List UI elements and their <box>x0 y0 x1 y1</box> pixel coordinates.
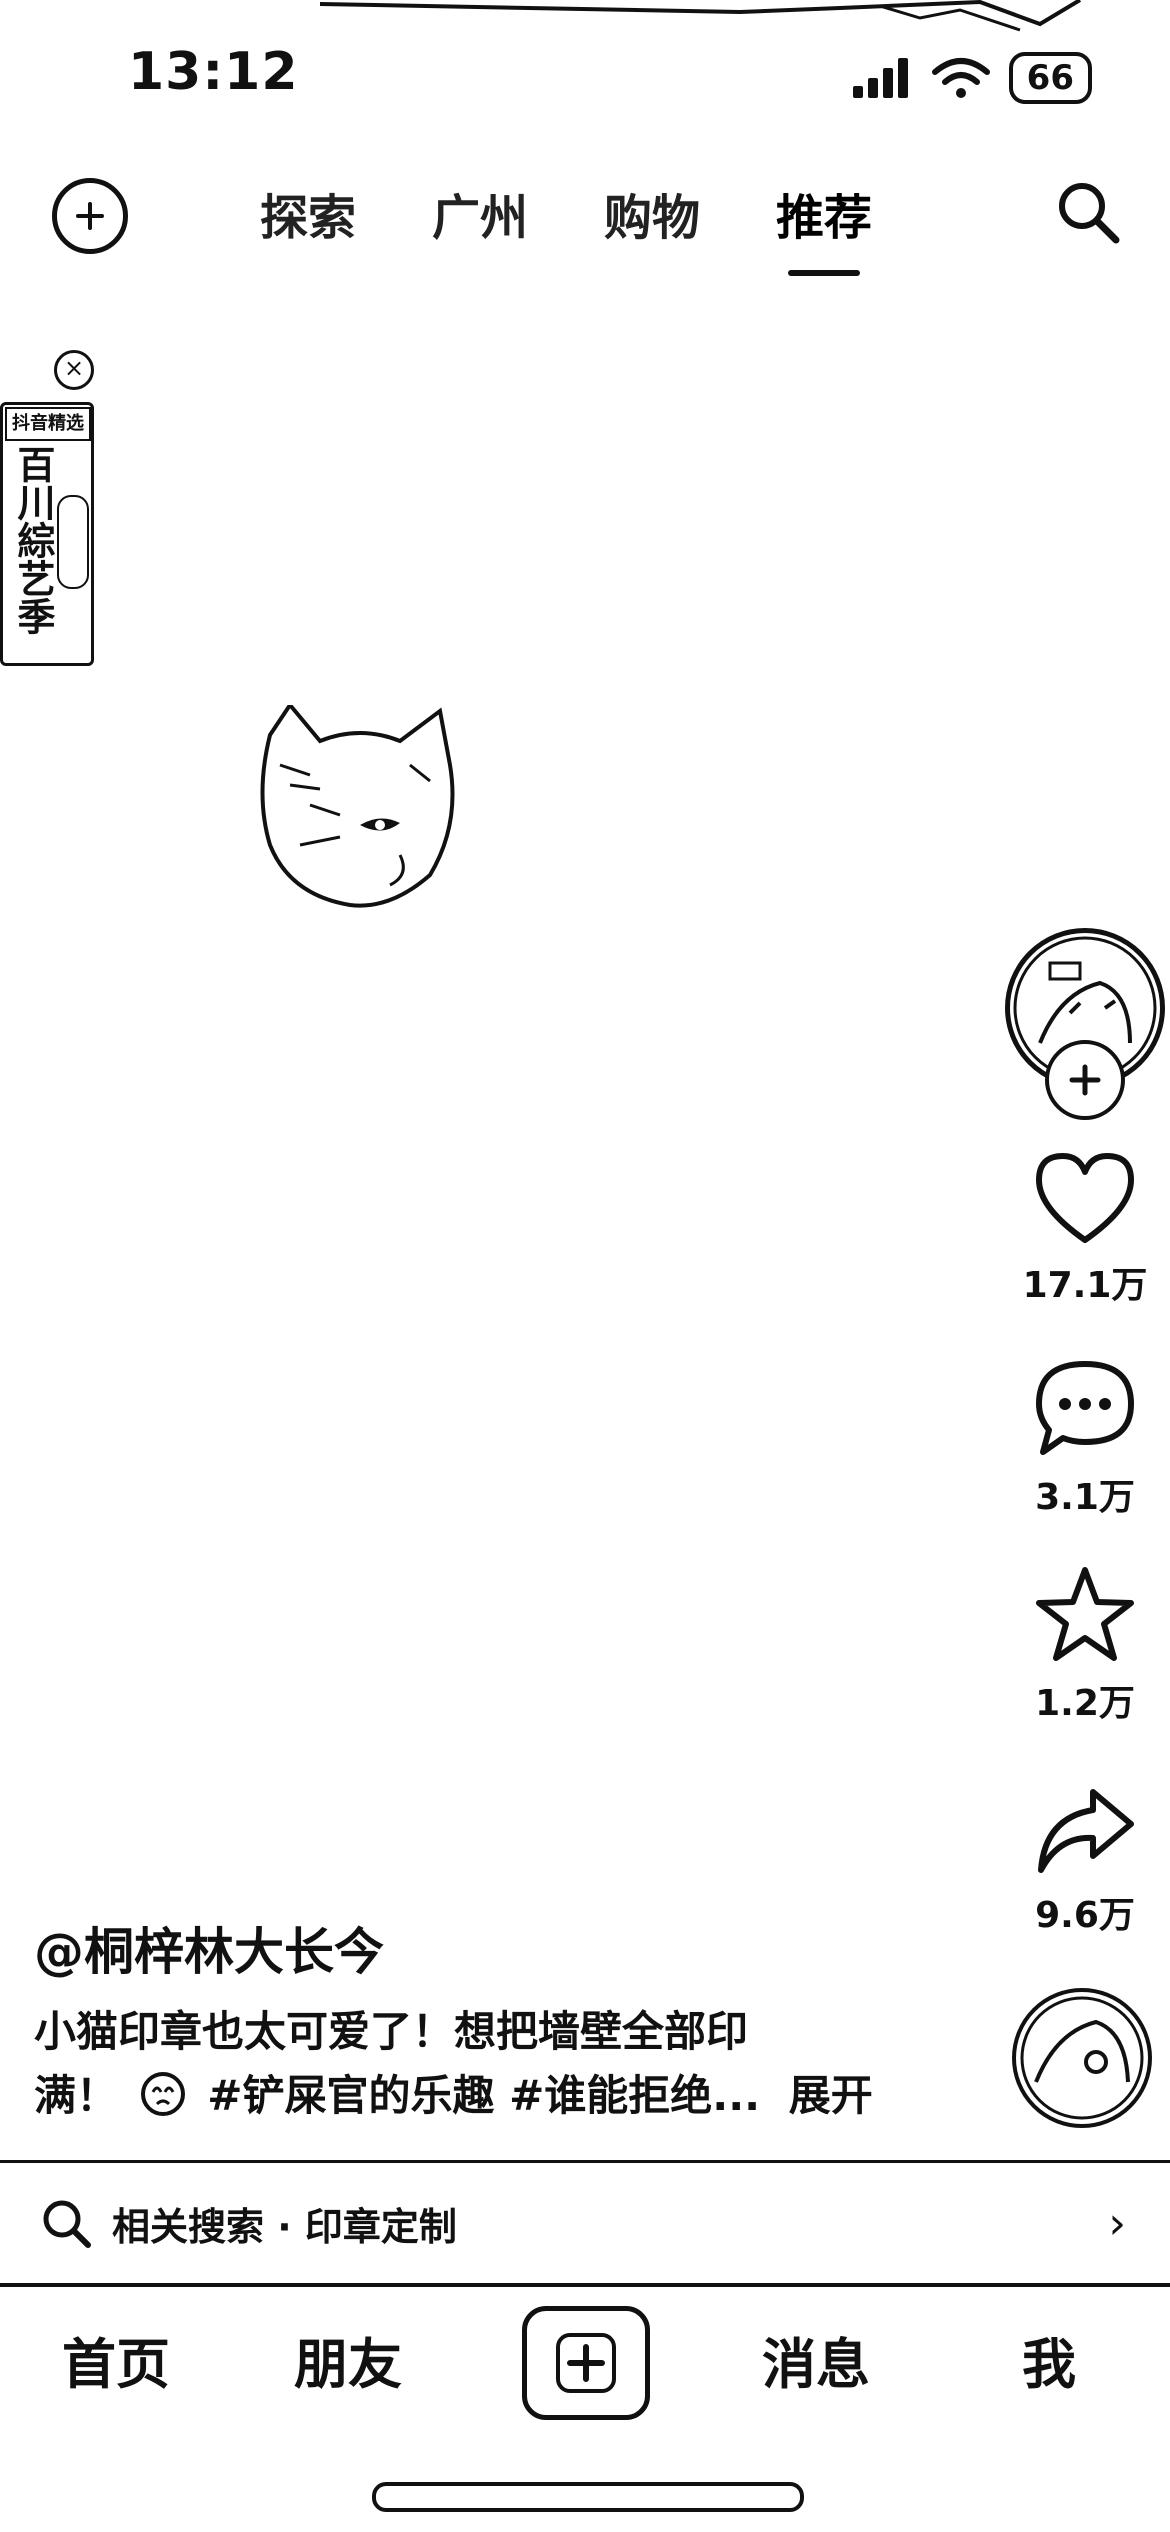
music-disc[interactable] <box>1012 1988 1152 2128</box>
tab-friends[interactable]: 朋友 <box>294 2320 402 2399</box>
comment-count: 3.1万 <box>1035 1477 1135 1518</box>
top-scribble <box>320 0 1082 32</box>
tab-shopping[interactable]: 购物 <box>604 178 700 264</box>
add-button[interactable] <box>52 178 128 254</box>
top-nav: 探索 广州 购物 推荐 <box>0 160 1170 276</box>
author-name[interactable]: @桐梓林大长今 <box>34 1912 384 1984</box>
tab-messages[interactable]: 消息 <box>762 2320 870 2399</box>
related-search-bar[interactable]: 相关搜索 · 印章定制 › <box>0 2160 1170 2287</box>
favorite-count: 1.2万 <box>1035 1683 1135 1724</box>
create-post-button[interactable] <box>522 2306 650 2420</box>
caption-line-1: 小猫印章也太可爱了！想把墙壁全部印 <box>34 2007 749 2056</box>
caption-line-2: 满！ #铲屎官的乐趣 #谁能拒绝... 展开 <box>34 2064 874 2128</box>
bottom-tab-bar: 首页 朋友 消息 我 <box>0 2290 1170 2440</box>
tab-explore[interactable]: 探索 <box>260 178 356 264</box>
emoji-icon <box>140 2072 185 2116</box>
promo-top-label: 抖音精选 <box>5 407 91 441</box>
share-icon <box>1038 1789 1134 1873</box>
home-indicator <box>372 2482 804 2512</box>
tab-recommended[interactable]: 推荐 <box>776 178 872 276</box>
star-icon <box>1036 1567 1134 1661</box>
battery-indicator: 66 <box>1008 52 1092 104</box>
tab-me[interactable]: 我 <box>1022 2320 1076 2399</box>
nav-tabs: 探索 广州 购物 推荐 <box>260 178 872 276</box>
search-icon[interactable] <box>1052 176 1124 248</box>
comment-icon <box>1036 1361 1134 1455</box>
status-icons: 66 <box>851 52 1092 104</box>
search-icon <box>43 2200 91 2248</box>
promo-badge[interactable]: 抖音精选 百川綜艺季 <box>0 402 94 666</box>
heart-icon <box>1036 1153 1134 1243</box>
like-count: 17.1万 <box>1022 1265 1148 1306</box>
promo-pill <box>57 495 89 589</box>
caption-line-2-text: 满！ <box>34 2071 119 2120</box>
close-icon[interactable]: × <box>54 350 94 390</box>
share-action[interactable]: 9.6万 <box>1010 1784 1160 1938</box>
music-disc-image <box>1020 1996 1144 2120</box>
cat-illustration <box>260 705 455 908</box>
related-search-label: 相关搜索 · 印章定制 <box>112 2204 457 2249</box>
status-time: 13:12 <box>128 42 299 102</box>
wifi-icon <box>931 58 990 98</box>
plus-icon <box>76 202 104 230</box>
tab-home[interactable]: 首页 <box>62 2320 170 2399</box>
caption-hashtags[interactable]: #铲屎官的乐趣 #谁能拒绝... <box>207 2071 760 2120</box>
expand-button[interactable]: 展开 <box>789 2071 873 2120</box>
share-count: 9.6万 <box>1035 1895 1135 1936</box>
signal-icon <box>852 58 908 98</box>
like-action[interactable]: 17.1万 <box>1010 1150 1160 1308</box>
post-caption[interactable]: 小猫印章也太可爱了！想把墙壁全部印 满！ #铲屎官的乐趣 #谁能拒绝... 展开 <box>34 2000 874 2128</box>
plus-icon <box>556 2333 616 2393</box>
favorite-action[interactable]: 1.2万 <box>1010 1564 1160 1726</box>
tab-guangzhou[interactable]: 广州 <box>432 178 528 264</box>
plus-icon <box>1069 1064 1101 1096</box>
promo-title: 百川綜艺季 <box>11 445 55 635</box>
chevron-right-icon: › <box>1108 2197 1126 2249</box>
comment-action[interactable]: 3.1万 <box>1010 1358 1160 1520</box>
follow-button[interactable] <box>1045 1040 1125 1120</box>
